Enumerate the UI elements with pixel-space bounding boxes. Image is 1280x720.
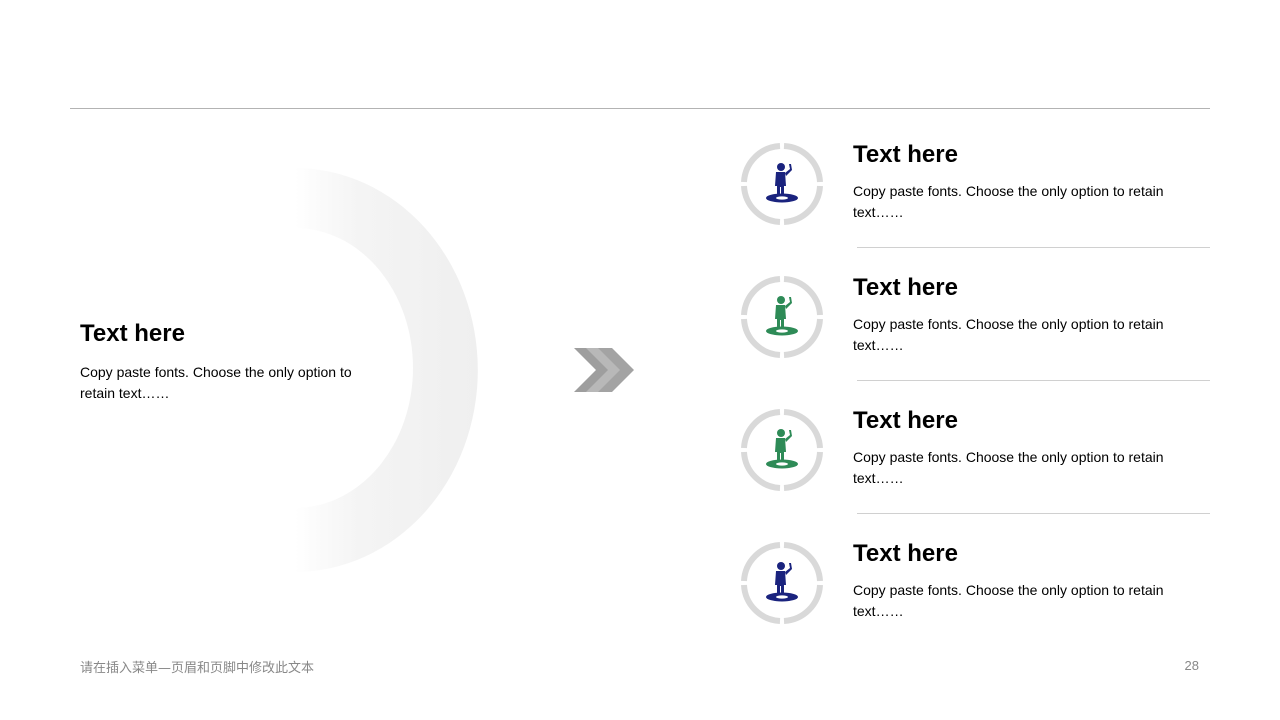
left-title: Text here (80, 320, 185, 347)
list-item: Text here Copy paste fonts. Choose the o… (740, 540, 1210, 675)
standing-person-icon (741, 143, 823, 225)
left-text-block: Text here Copy paste fonts. Choose the o… (80, 318, 380, 404)
item-divider (857, 380, 1210, 381)
item-title: Text here (853, 407, 958, 434)
item-description: Copy paste fonts. Choose the only option… (853, 316, 1164, 353)
item-divider (857, 513, 1210, 514)
item-divider (857, 247, 1210, 248)
item-description: Copy paste fonts. Choose the only option… (853, 582, 1164, 619)
standing-person-icon (741, 276, 823, 358)
list-item: Text here Copy paste fonts. Choose the o… (740, 141, 1210, 276)
footer-text: 请在插入菜单—页眉和页脚中修改此文本 (80, 661, 315, 676)
slide: Text here Copy paste fonts. Choose the o… (0, 0, 1280, 720)
standing-person-icon (741, 542, 823, 624)
list-item: Text here Copy paste fonts. Choose the o… (740, 407, 1210, 542)
item-title: Text here (853, 540, 958, 567)
chevron-right-icon (574, 348, 634, 392)
item-description: Copy paste fonts. Choose the only option… (853, 449, 1164, 486)
item-title: Text here (853, 274, 958, 301)
standing-person-icon (741, 409, 823, 491)
left-description: Copy paste fonts. Choose the only option… (80, 364, 352, 401)
item-description: Copy paste fonts. Choose the only option… (853, 183, 1164, 220)
list-item: Text here Copy paste fonts. Choose the o… (740, 274, 1210, 409)
page-number: 28 (1184, 658, 1199, 673)
item-title: Text here (853, 141, 958, 168)
